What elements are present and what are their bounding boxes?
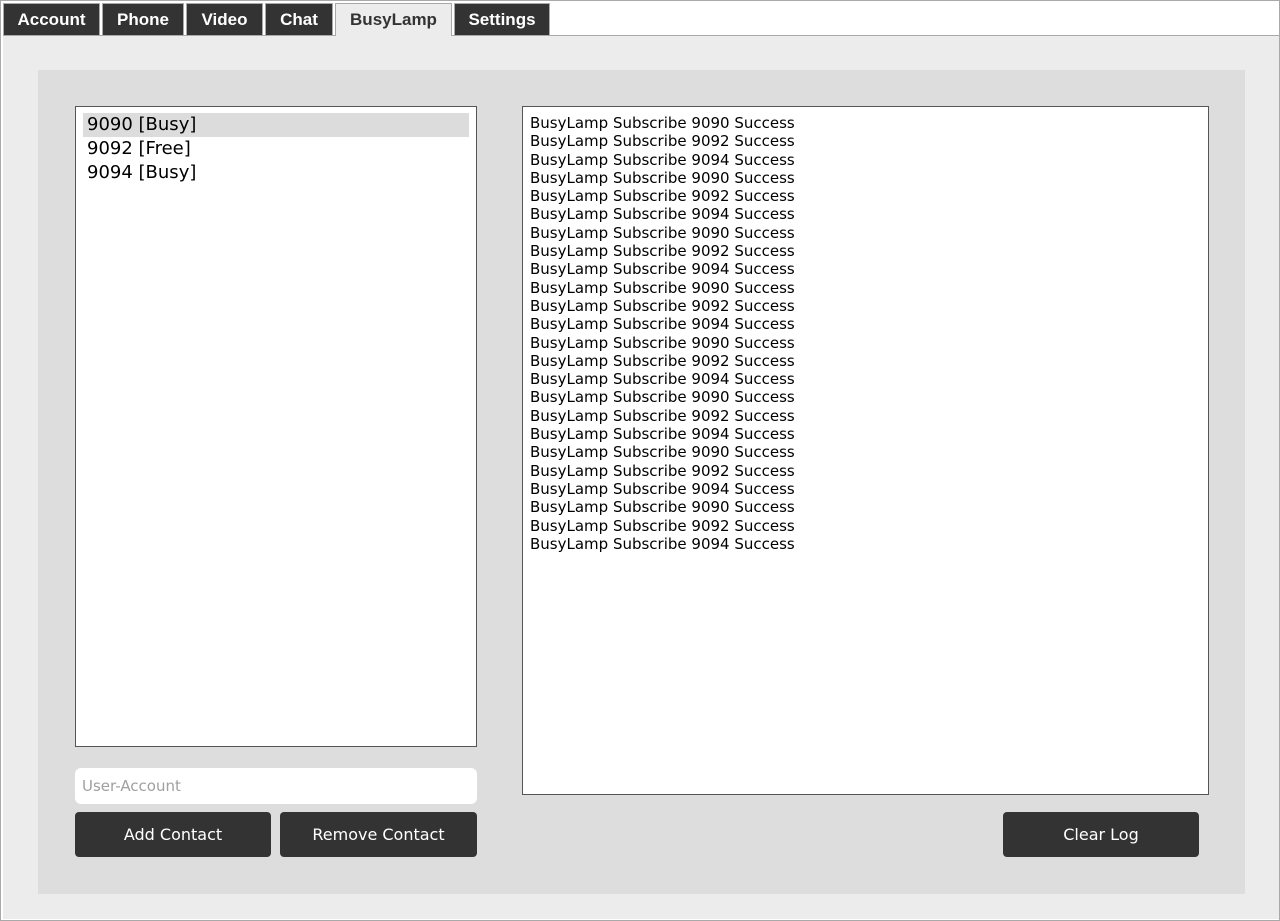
log-line: BusyLamp Subscribe 9092 Success [530,516,795,535]
log-line: BusyLamp Subscribe 9090 Success [530,333,795,352]
log-line: BusyLamp Subscribe 9094 Success [530,479,795,498]
busylamp-panel: 9090 [Busy] 9092 [Free] 9094 [Busy] Add … [38,70,1245,894]
tab-account[interactable]: Account [3,3,100,35]
log-line: BusyLamp Subscribe 9092 Success [530,406,795,425]
log-line: BusyLamp Subscribe 9090 Success [530,278,795,297]
log-line: BusyLamp Subscribe 9094 Success [530,315,795,334]
contact-list-item[interactable]: 9090 [Busy] [83,113,469,137]
add-contact-button[interactable]: Add Contact [75,812,271,857]
log-line: BusyLamp Subscribe 9094 Success [530,534,795,553]
remove-contact-button[interactable]: Remove Contact [280,812,477,857]
contact-list-item[interactable]: 9092 [Free] [83,137,469,161]
log-line: BusyLamp Subscribe 9094 Success [530,150,795,169]
clear-log-button[interactable]: Clear Log [1003,812,1199,857]
contact-list[interactable]: 9090 [Busy] 9092 [Free] 9094 [Busy] [75,106,477,747]
log-line: BusyLamp Subscribe 9092 Success [530,296,795,315]
log-line: BusyLamp Subscribe 9094 Success [530,425,795,444]
contact-list-item[interactable]: 9094 [Busy] [83,161,469,185]
tab-chat[interactable]: Chat [265,3,333,35]
tab-settings[interactable]: Settings [454,3,550,35]
log-textarea[interactable]: BusyLamp Subscribe 9090 Success BusyLamp … [522,106,1209,795]
log-line: BusyLamp Subscribe 9090 Success [530,498,795,517]
log-line: BusyLamp Subscribe 9092 Success [530,351,795,370]
log-line: BusyLamp Subscribe 9094 Success [530,260,795,279]
app-window: Account Phone Video Chat BusyLamp Settin… [0,0,1280,921]
log-line: BusyLamp Subscribe 9090 Success [530,443,795,462]
tab-video[interactable]: Video [186,3,263,35]
user-account-input[interactable] [75,768,477,804]
log-line: BusyLamp Subscribe 9090 Success [530,168,795,187]
log-line: BusyLamp Subscribe 9090 Success [530,388,795,407]
tab-busylamp[interactable]: BusyLamp [335,3,452,36]
log-line: BusyLamp Subscribe 9090 Success [530,114,795,132]
tab-phone[interactable]: Phone [102,3,184,35]
log-line: BusyLamp Subscribe 9094 Success [530,205,795,224]
log-line: BusyLamp Subscribe 9092 Success [530,132,795,151]
log-line: BusyLamp Subscribe 9090 Success [530,223,795,242]
log-line: BusyLamp Subscribe 9094 Success [530,370,795,389]
tab-content: 9090 [Busy] 9092 [Free] 9094 [Busy] Add … [3,36,1279,919]
tab-bar: Account Phone Video Chat BusyLamp Settin… [3,3,1279,36]
log-line: BusyLamp Subscribe 9092 Success [530,187,795,206]
log-line: BusyLamp Subscribe 9092 Success [530,461,795,480]
log-line: BusyLamp Subscribe 9092 Success [530,242,795,261]
